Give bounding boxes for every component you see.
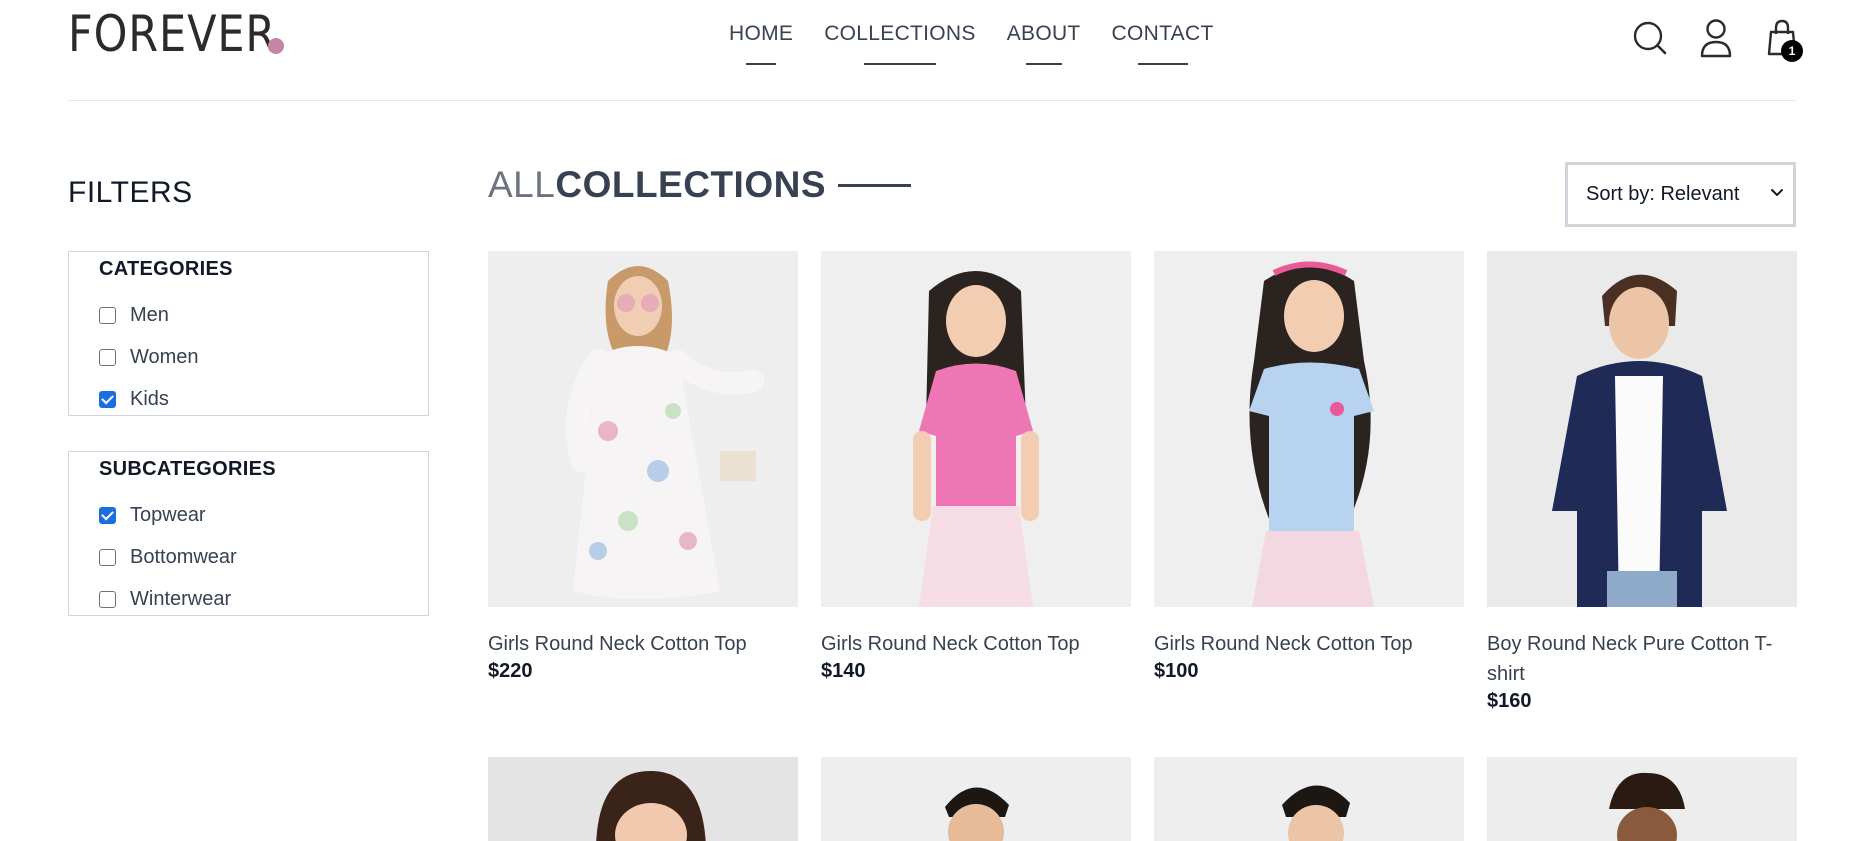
filter-option-label: Kids bbox=[130, 388, 169, 410]
checkbox-bottomwear[interactable] bbox=[99, 549, 116, 566]
collections-title-light: ALL bbox=[488, 164, 556, 205]
product-image[interactable] bbox=[488, 251, 798, 607]
nav-contact[interactable]: CONTACT bbox=[1111, 22, 1214, 65]
filter-option-topwear[interactable]: Topwear bbox=[99, 504, 206, 527]
filter-option-label: Women bbox=[130, 346, 199, 368]
filters-title[interactable]: FILTERS bbox=[68, 176, 193, 210]
chevron-down-icon bbox=[1771, 189, 1783, 196]
product-image[interactable] bbox=[821, 251, 1131, 607]
logo-dot bbox=[268, 38, 284, 54]
nav-collections-underline bbox=[863, 63, 936, 65]
user-icon[interactable] bbox=[1698, 18, 1734, 58]
nav-about-underline bbox=[1025, 63, 1062, 65]
product-image[interactable] bbox=[488, 757, 798, 841]
filter-option-winterwear[interactable]: Winterwear bbox=[99, 588, 231, 611]
categories-filter: CATEGORIES Men Women Kids bbox=[68, 251, 429, 416]
filter-option-men[interactable]: Men bbox=[99, 304, 169, 327]
sort-select[interactable]: Sort by: Relevant bbox=[1565, 162, 1796, 227]
product-name[interactable]: Boy Round Neck Pure Cotton T-shirt bbox=[1487, 629, 1797, 689]
product-name[interactable]: Girls Round Neck Cotton Top bbox=[1154, 629, 1464, 659]
product-price: $100 bbox=[1154, 660, 1199, 682]
categories-heading: CATEGORIES bbox=[99, 258, 233, 280]
product-card[interactable]: Girls Round Neck Cotton Top $140 bbox=[821, 251, 1131, 683]
nav-home-label: HOME bbox=[729, 22, 794, 45]
filter-option-label: Topwear bbox=[130, 504, 206, 526]
filter-option-label: Bottomwear bbox=[130, 546, 237, 568]
product-image[interactable] bbox=[1154, 251, 1464, 607]
checkbox-kids[interactable] bbox=[99, 391, 116, 408]
cart-count-badge: 1 bbox=[1781, 40, 1803, 62]
nav-collections[interactable]: COLLECTIONS bbox=[824, 22, 976, 65]
product-name[interactable]: Girls Round Neck Cotton Top bbox=[488, 629, 798, 659]
nav-home[interactable]: HOME bbox=[729, 22, 794, 65]
product-image[interactable] bbox=[821, 757, 1131, 841]
main-nav: HOME COLLECTIONS ABOUT CONTACT bbox=[729, 22, 1214, 65]
search-icon[interactable] bbox=[1632, 18, 1668, 58]
product-card[interactable]: Girls Round Neck Cotton Top $220 bbox=[488, 251, 798, 683]
product-image[interactable] bbox=[1154, 757, 1464, 841]
nav-about[interactable]: ABOUT bbox=[1006, 22, 1081, 65]
product-image[interactable] bbox=[1487, 251, 1797, 607]
collections-title-dark: COLLECTIONS bbox=[555, 164, 827, 205]
product-card[interactable]: Boy Round Neck Pure Cotton T-shirt $160 bbox=[1487, 251, 1797, 713]
checkbox-men[interactable] bbox=[99, 307, 116, 324]
collections-title: ALL COLLECTIONS bbox=[488, 164, 912, 206]
nav-about-label: ABOUT bbox=[1006, 22, 1081, 45]
nav-contact-underline bbox=[1137, 63, 1188, 65]
filter-option-bottomwear[interactable]: Bottomwear bbox=[99, 546, 237, 569]
logo-text: FOREVER bbox=[68, 5, 277, 63]
nav-home-underline bbox=[746, 63, 777, 65]
product-card[interactable]: Girls Round Neck Cotton Top $100 bbox=[1154, 251, 1464, 683]
nav-contact-label: CONTACT bbox=[1111, 22, 1214, 45]
checkbox-women[interactable] bbox=[99, 349, 116, 366]
checkbox-winterwear[interactable] bbox=[99, 591, 116, 608]
product-image[interactable] bbox=[1487, 757, 1797, 841]
filter-option-label: Winterwear bbox=[130, 588, 232, 610]
filter-option-kids[interactable]: Kids bbox=[99, 388, 169, 411]
subcategories-heading: SUBCATEGORIES bbox=[99, 458, 276, 480]
product-price: $140 bbox=[821, 660, 866, 682]
product-name[interactable]: Girls Round Neck Cotton Top bbox=[821, 629, 1131, 659]
filter-option-label: Men bbox=[130, 304, 169, 326]
filter-option-women[interactable]: Women bbox=[99, 346, 199, 369]
collections-title-line bbox=[838, 183, 912, 187]
brand-logo[interactable]: FOREVER bbox=[68, 8, 310, 60]
sort-select-value: Sort by: Relevant bbox=[1586, 183, 1740, 205]
subcategories-filter: SUBCATEGORIES Topwear Bottomwear Winterw… bbox=[68, 451, 429, 616]
nav-collections-label: COLLECTIONS bbox=[824, 22, 976, 45]
product-price: $160 bbox=[1487, 690, 1532, 712]
checkbox-topwear[interactable] bbox=[99, 507, 116, 524]
header-divider bbox=[68, 100, 1796, 101]
product-price: $220 bbox=[488, 660, 533, 682]
site-header: FOREVER HOME COLLECTIONS ABOUT CONTACT 1 bbox=[0, 0, 1857, 101]
